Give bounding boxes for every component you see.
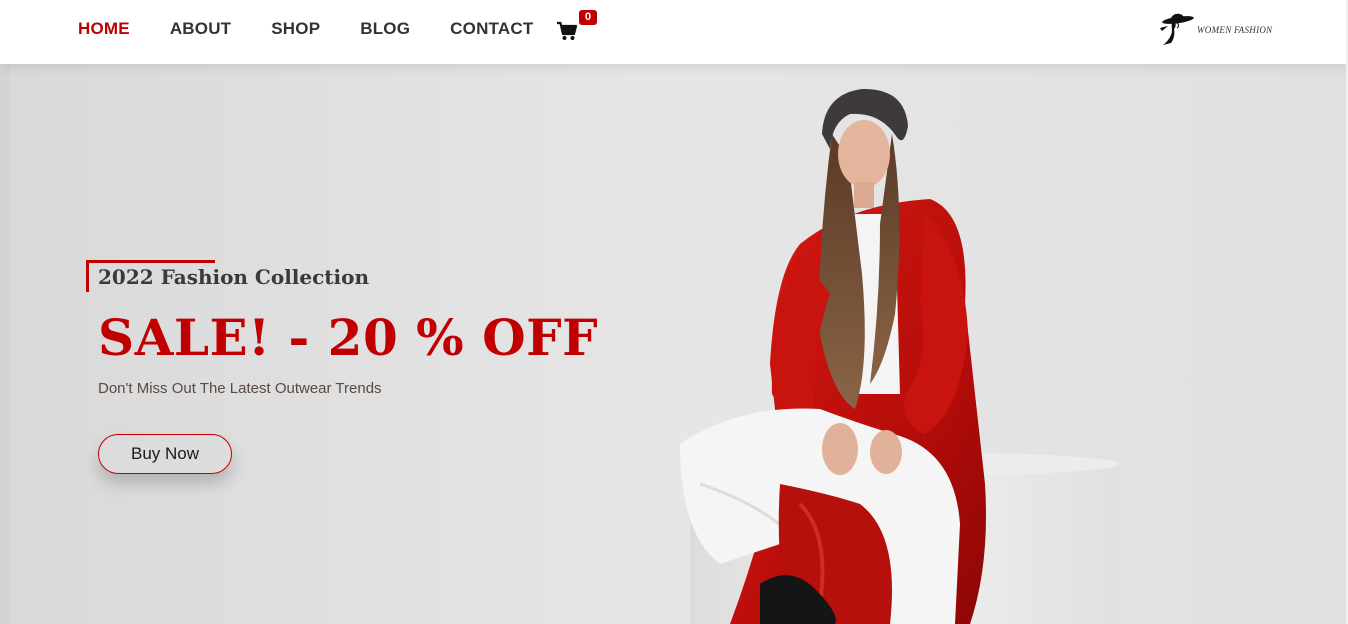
nav-about[interactable]: ABOUT [170, 19, 231, 39]
hero-banner: 2022 Fashion Collection SALE! - 20 % OFF… [0, 64, 1348, 624]
site-header: HOME ABOUT SHOP BLOG CONTACT 0 WOMEN FAS… [0, 0, 1348, 64]
kicker-accent-bar [86, 260, 215, 263]
buy-now-button[interactable]: Buy Now [98, 434, 232, 474]
hero-subline: Don't Miss Out The Latest Outwear Trends [98, 380, 382, 397]
hero-headline: SALE! - 20 % OFF [98, 308, 599, 367]
main-nav: HOME ABOUT SHOP BLOG CONTACT [78, 0, 573, 58]
hero-kicker: 2022 Fashion Collection [98, 265, 370, 289]
kicker-accent-bar-vertical [86, 260, 89, 292]
nav-blog[interactable]: BLOG [360, 19, 410, 39]
nav-home[interactable]: HOME [78, 19, 130, 39]
shopping-cart-icon[interactable] [556, 20, 578, 42]
logo-text: WOMEN FASHION [1197, 25, 1273, 35]
nav-contact[interactable]: CONTACT [450, 19, 533, 39]
cart-count-badge: 0 [579, 10, 597, 25]
nav-shop[interactable]: SHOP [271, 19, 320, 39]
